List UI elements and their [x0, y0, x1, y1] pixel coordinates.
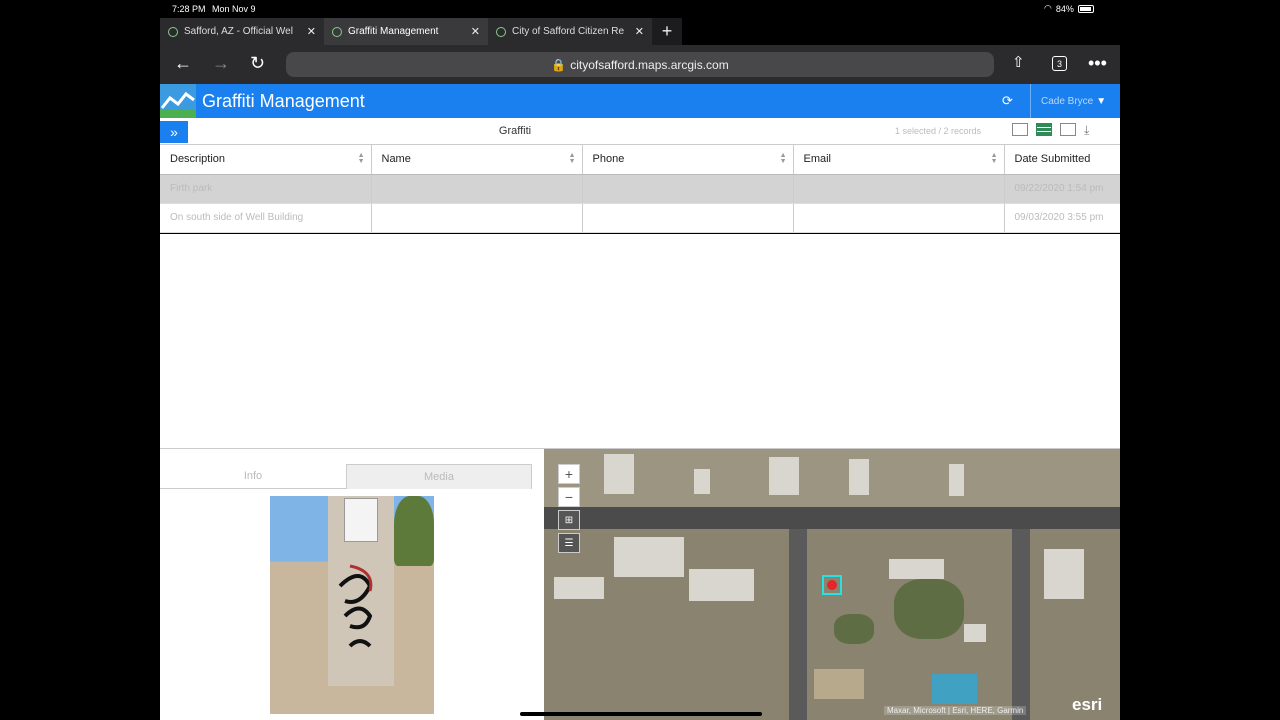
close-tab-icon[interactable]: ✕ [307, 25, 316, 38]
favicon-icon [168, 26, 178, 37]
cell-email [793, 203, 1005, 233]
legend-icon[interactable]: ☰ [558, 533, 580, 553]
map-attribution: Maxar, Microsoft | Esri, HERE, Garmin [884, 706, 1027, 715]
cell-date: 09/03/2020 3:55 pm [1004, 203, 1120, 233]
records-table: Description ▲ ▼ Name ▲ ▼ Phone ▲ ▼ Email ▲ ▼ Dat… [160, 145, 1120, 233]
table-toolbar: » Graffiti 1 selected / 2 records ⤓ [160, 118, 1120, 145]
cell-name [371, 203, 583, 233]
url-text: cityofsafford.maps.arcgis.com [570, 57, 729, 72]
ios-status-bar: 7:28 PM Mon Nov 9 ◠ 84% [0, 0, 1280, 18]
app-logo [160, 84, 196, 118]
table-view-icon[interactable] [1060, 123, 1076, 136]
tab-title: Safford, AZ - Official Wel [184, 26, 293, 37]
new-tab-button[interactable]: + [652, 18, 682, 45]
column-header-description[interactable]: Description ▲ ▼ [160, 145, 372, 175]
address-bar[interactable]: 🔒 cityofsafford.maps.arcgis.com [286, 52, 994, 77]
battery-icon [1077, 4, 1094, 13]
browser-tab-safford[interactable]: Safford, AZ - Official Wel ✕ [160, 18, 324, 45]
favicon-icon [496, 26, 506, 37]
browser-tab-citizen[interactable]: City of Safford Citizen Re ✕ [488, 18, 652, 45]
user-name: Cade Bryce [1041, 95, 1094, 107]
back-arrow-icon[interactable]: ← [174, 53, 192, 74]
status-right: ◠ 84% [1044, 3, 1094, 14]
cell-phone [582, 203, 794, 233]
column-header-email[interactable]: Email ▲ ▼ [793, 145, 1005, 175]
esri-logo: esri [1072, 695, 1103, 714]
column-header-name[interactable]: Name ▲ ▼ [371, 145, 583, 175]
lock-icon: 🔒 [551, 57, 567, 72]
tab-info[interactable]: Info [160, 464, 346, 489]
zoom-in-button[interactable]: + [558, 464, 580, 484]
close-tab-icon[interactable]: ✕ [471, 25, 480, 38]
tab-media[interactable]: Media [346, 464, 532, 489]
cell-date: 09/22/2020 1:54 pm [1004, 174, 1120, 204]
cell-name [371, 174, 583, 204]
table-empty-area [160, 234, 1120, 449]
browser-tab-graffiti[interactable]: Graffiti Management ✕ [324, 18, 488, 45]
zoom-out-button[interactable]: − [558, 487, 580, 507]
tab-count-button[interactable]: 3 [1052, 56, 1067, 71]
tab-title: Graffiti Management [348, 26, 439, 37]
more-icon[interactable]: ••• [1088, 53, 1107, 74]
records-count: 1 selected / 2 records [895, 126, 982, 136]
selected-marker[interactable] [822, 575, 842, 595]
download-icon[interactable]: ⤓ [1084, 123, 1089, 138]
browser-tab-strip: Safford, AZ - Official Wel ✕ Graffiti Ma… [160, 18, 1120, 45]
graffiti-photo[interactable] [270, 496, 434, 714]
filter-view-icon[interactable] [1012, 123, 1028, 136]
table-row[interactable]: Firth park 09/22/2020 1:54 pm [160, 174, 1120, 204]
chevron-down-icon: ▼ [1096, 95, 1107, 107]
wifi-icon: ◠ [1044, 3, 1052, 13]
tab-title: City of Safford Citizen Re [512, 26, 625, 37]
map-view[interactable]: + − ⊞ ☰ Maxar, Microsoft | Esri, HERE, G… [544, 449, 1120, 720]
table-title: Graffiti [498, 125, 532, 137]
battery-percent: 84% [1055, 3, 1074, 14]
table-row[interactable]: On south side of Well Building 09/03/202… [160, 203, 1120, 233]
column-header-phone[interactable]: Phone ▲ ▼ [582, 145, 794, 175]
table-green-icon[interactable] [1036, 123, 1052, 136]
column-header-date[interactable]: Date Submitted [1004, 145, 1120, 175]
user-menu[interactable]: Cade Bryce ▼ [1030, 84, 1120, 118]
home-indicator [520, 712, 762, 716]
status-time: 7:28 PM [172, 4, 206, 14]
refresh-icon[interactable]: ⟳ [1002, 93, 1013, 109]
cell-phone [582, 174, 794, 204]
cell-description: On south side of Well Building [160, 203, 372, 233]
app-title: Graffiti Management [202, 91, 365, 111]
favicon-icon [332, 26, 342, 37]
extent-icon[interactable]: ⊞ [558, 510, 580, 530]
browser-toolbar: ← → ↻ 🔒 cityofsafford.maps.arcgis.com ⇧ … [160, 45, 1120, 84]
cell-email [793, 174, 1005, 204]
share-icon[interactable]: ⇧ [1012, 53, 1025, 71]
reload-icon[interactable]: ↻ [250, 53, 265, 74]
close-tab-icon[interactable]: ✕ [635, 25, 644, 38]
cell-description: Firth park [160, 174, 372, 204]
status-date: Mon Nov 9 [212, 4, 256, 14]
app-header: Graffiti Management ⟳ Cade Bryce ▼ [160, 84, 1120, 118]
forward-arrow-icon[interactable]: → [212, 53, 230, 74]
details-panel: Info Media [160, 449, 544, 720]
